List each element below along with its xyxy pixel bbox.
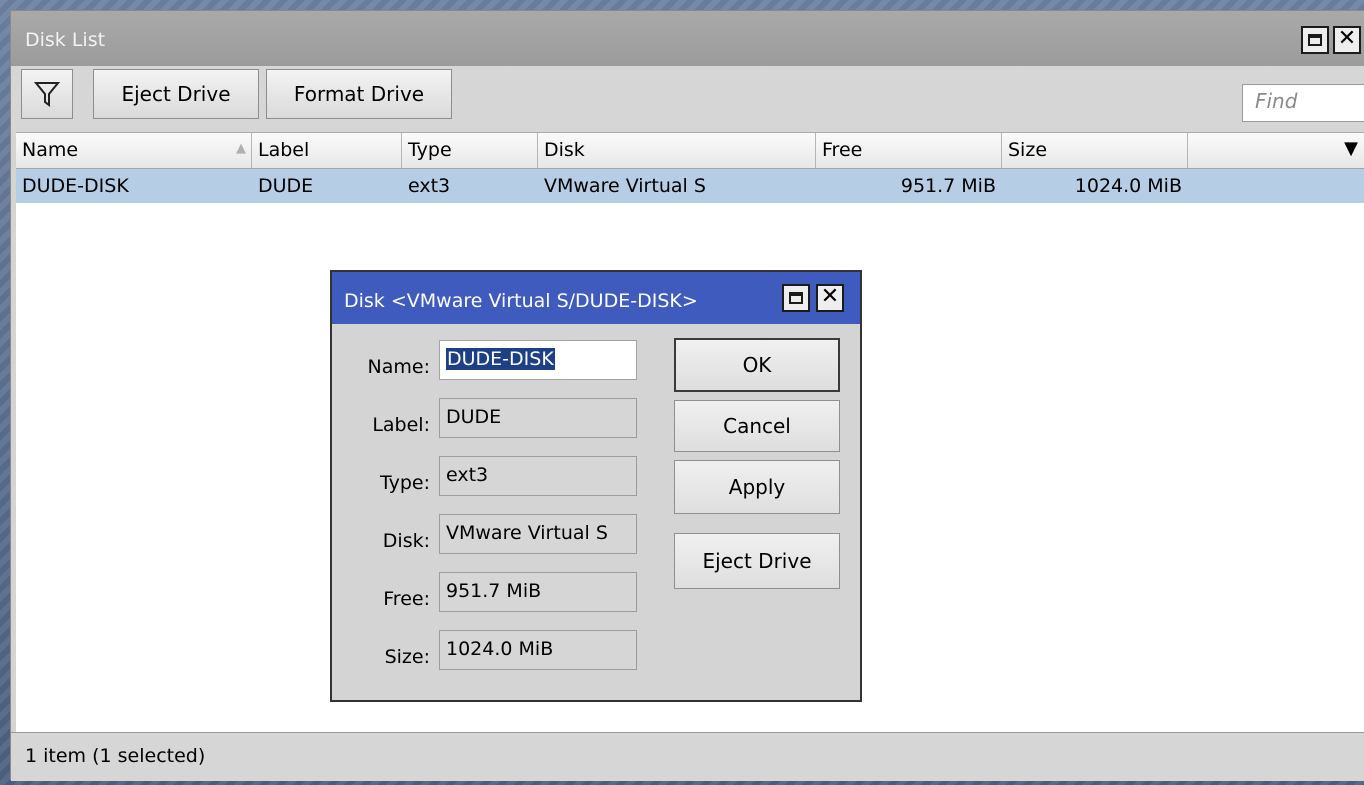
sort-ascending-icon: ▲: [236, 141, 246, 156]
status-text: 1 item (1 selected): [25, 745, 206, 767]
window-titlebar[interactable]: Disk List ✕: [11, 11, 1364, 66]
cell-label: DUDE: [258, 175, 314, 197]
toolbar: Eject Drive Format Drive Find: [11, 66, 1364, 136]
close-icon: ✕: [820, 284, 840, 309]
status-bar: 1 item (1 selected): [11, 732, 1364, 781]
column-header-size[interactable]: Size: [1002, 133, 1188, 168]
column-header-free[interactable]: Free: [816, 133, 1002, 168]
table-row[interactable]: DUDE-DISK DUDE ext3 VMware Virtual S 951…: [16, 169, 1364, 203]
format-drive-button[interactable]: Format Drive: [266, 69, 452, 119]
eject-drive-dialog-button[interactable]: Eject Drive: [674, 533, 840, 589]
eject-drive-button[interactable]: Eject Drive: [93, 69, 259, 119]
cell-name: DUDE-DISK: [22, 175, 129, 197]
free-field: 951.7 MiB: [439, 572, 637, 612]
name-label: Name:: [367, 356, 430, 378]
dialog-maximize-button[interactable]: [782, 284, 810, 312]
label-field: DUDE: [439, 398, 637, 438]
free-label: Free:: [383, 588, 430, 610]
name-field[interactable]: DUDE-DISK: [439, 340, 637, 380]
size-label: Size:: [384, 646, 430, 668]
cancel-button[interactable]: Cancel: [674, 400, 840, 452]
cell-size: 1024.0 MiB: [1074, 175, 1182, 197]
close-button[interactable]: ✕: [1333, 26, 1361, 54]
window-title: Disk List: [25, 29, 106, 51]
dialog-titlebar[interactable]: Disk <VMware Virtual S/DUDE-DISK> ✕: [332, 272, 860, 324]
ok-button[interactable]: OK: [674, 338, 840, 392]
column-header-label: Size: [1008, 139, 1048, 161]
column-header-label-col[interactable]: Label: [252, 133, 402, 168]
maximize-icon: [789, 292, 803, 304]
filter-icon: [33, 82, 61, 107]
type-field: ext3: [439, 456, 637, 496]
column-header-label: Free: [822, 139, 863, 161]
column-header-label: Type: [408, 139, 452, 161]
column-header-label: Label: [258, 139, 310, 161]
dialog-title: Disk <VMware Virtual S/DUDE-DISK>: [344, 290, 698, 312]
column-header-disk[interactable]: Disk: [538, 133, 816, 168]
cell-free: 951.7 MiB: [900, 175, 996, 197]
name-field-value: DUDE-DISK: [446, 348, 555, 370]
type-label: Type:: [379, 472, 430, 494]
table-header: Name ▲ Label Type Disk Free Size ▼: [16, 133, 1364, 169]
disk-label: Disk:: [382, 530, 430, 552]
column-header-label: Name: [22, 139, 79, 161]
column-header-label: Disk: [544, 139, 585, 161]
find-input[interactable]: Find: [1242, 84, 1364, 122]
maximize-button[interactable]: [1301, 26, 1329, 54]
column-menu-dropdown-icon[interactable]: ▼: [1344, 138, 1358, 159]
close-icon: ✕: [1337, 26, 1357, 51]
size-field: 1024.0 MiB: [439, 630, 637, 670]
maximize-icon: [1308, 34, 1322, 46]
disk-properties-dialog: Disk <VMware Virtual S/DUDE-DISK> ✕ Name…: [330, 270, 862, 702]
cell-type: ext3: [408, 175, 451, 197]
dialog-close-button[interactable]: ✕: [816, 284, 844, 312]
filter-button[interactable]: [21, 69, 73, 119]
label-label: Label:: [372, 414, 430, 436]
column-header-type[interactable]: Type: [402, 133, 538, 168]
column-header-name[interactable]: Name: [16, 133, 252, 168]
disk-field: VMware Virtual S: [439, 514, 637, 554]
apply-button[interactable]: Apply: [674, 460, 840, 514]
cell-disk: VMware Virtual S: [544, 175, 706, 197]
